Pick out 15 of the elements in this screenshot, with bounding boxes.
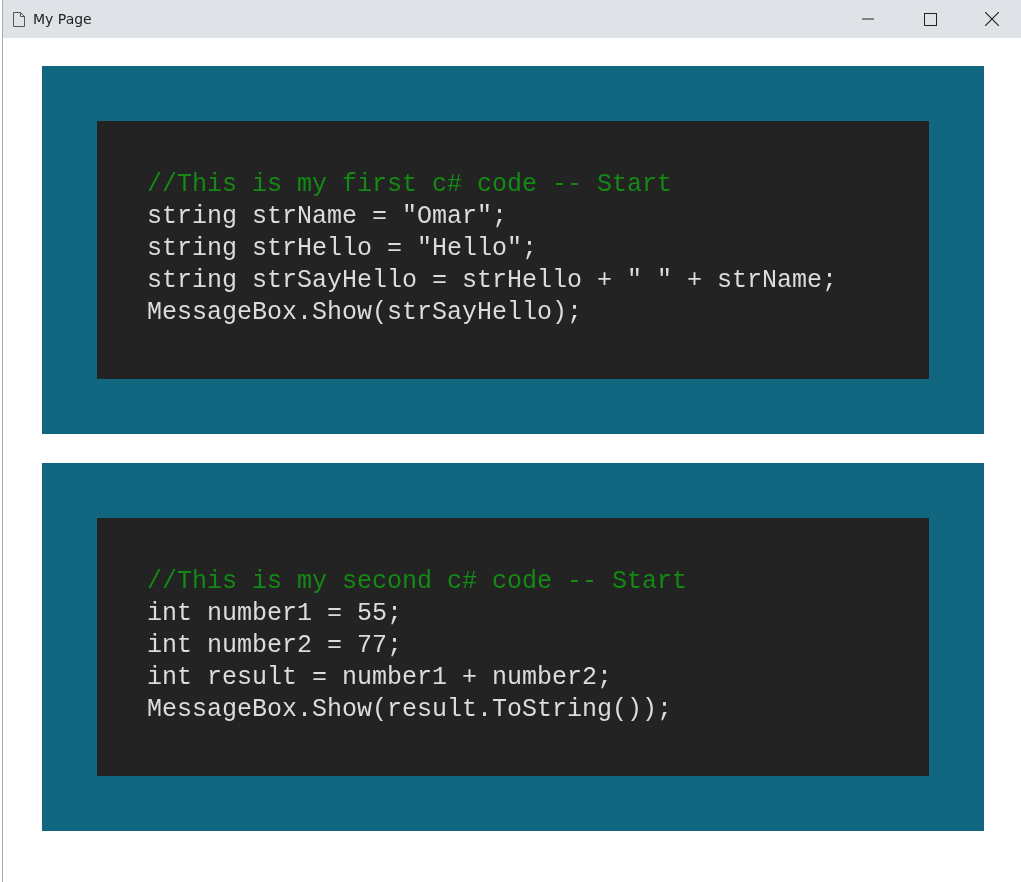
minimize-icon: [862, 18, 874, 20]
code-line: int result = number1 + number2;: [147, 662, 614, 694]
code-line: int number2 = 77;: [147, 630, 404, 662]
code-line: string strSayHello = strHello + " " + strName;: [147, 265, 839, 297]
code-comment: //This is my first c# code -- Start: [147, 169, 674, 201]
close-icon: [985, 12, 999, 26]
code-line: int number1 = 55;: [147, 598, 404, 630]
maximize-icon: [923, 12, 937, 26]
code-line: string strHello = "Hello";: [147, 233, 539, 265]
code-line: MessageBox.Show(result.ToString());: [147, 694, 674, 726]
page-icon: [13, 11, 25, 27]
code-comment: //This is my second c# code -- Start: [147, 566, 689, 598]
window-title: My Page: [33, 11, 93, 27]
code-line: MessageBox.Show(strSayHello);: [147, 297, 584, 329]
code-line: string strName = "Omar";: [147, 201, 509, 233]
